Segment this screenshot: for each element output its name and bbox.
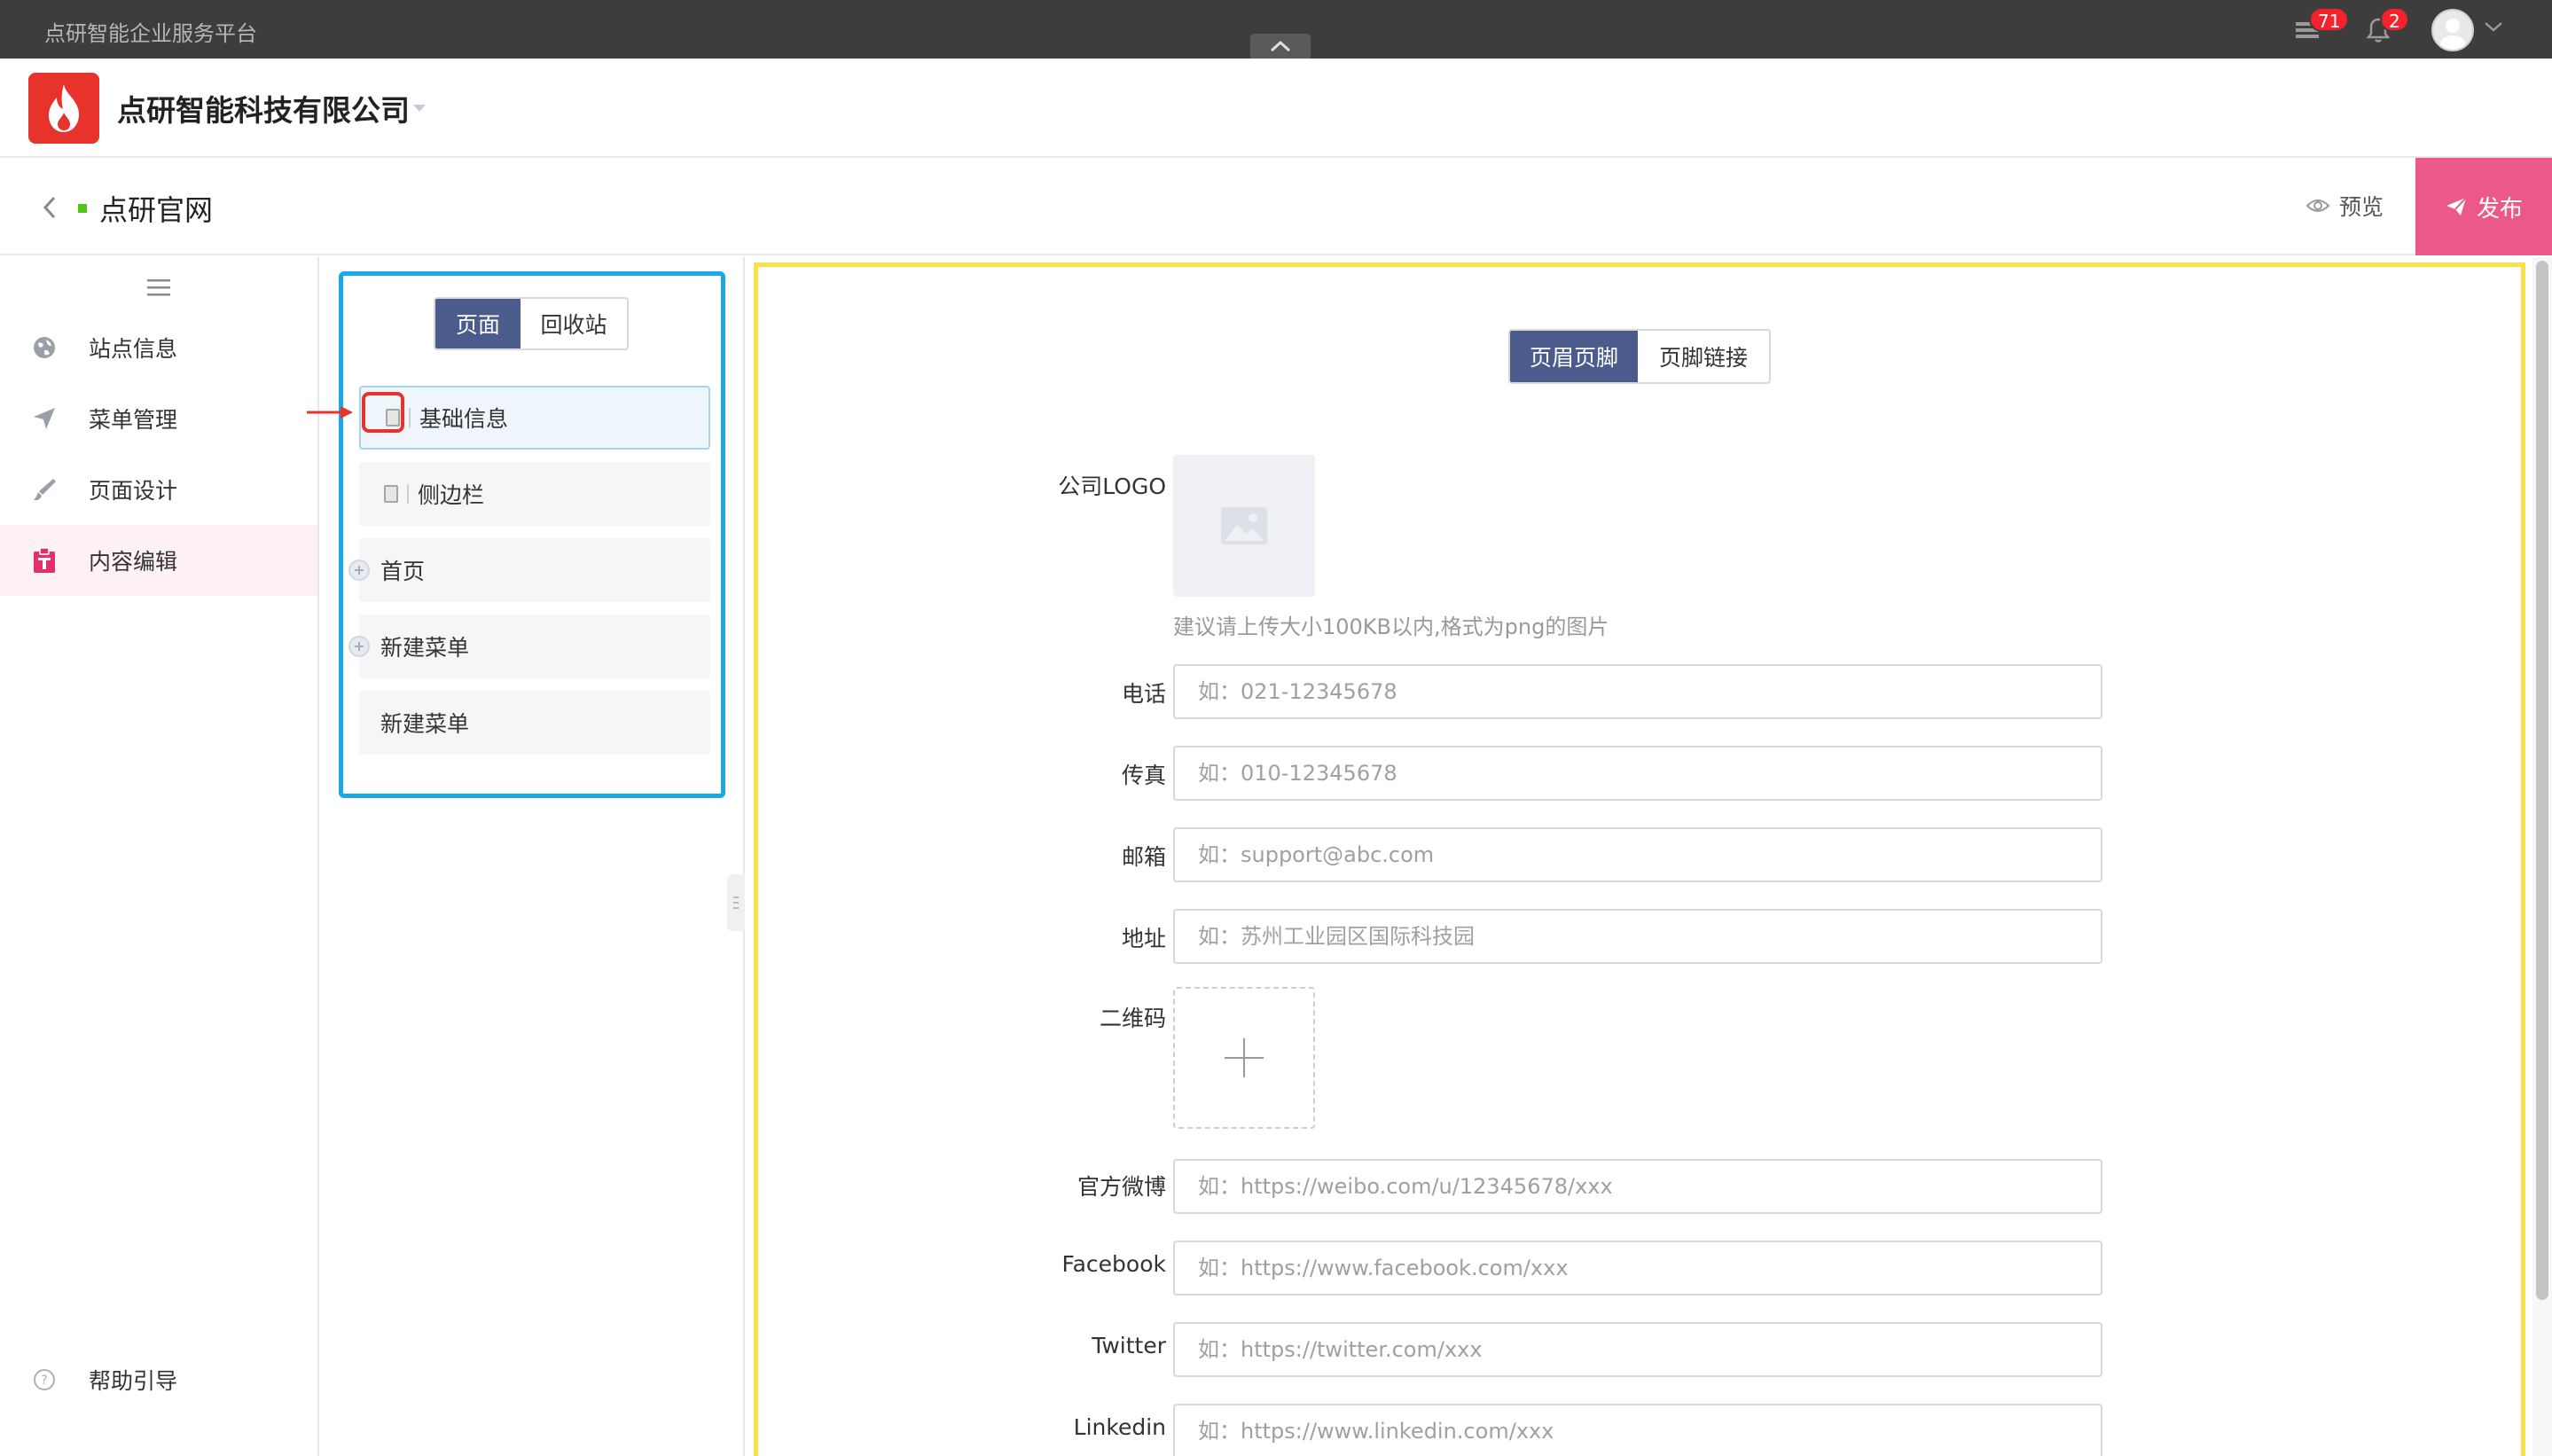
- qr-upload[interactable]: [1173, 987, 1315, 1129]
- facebook-input[interactable]: [1173, 1241, 2102, 1296]
- preview-label: 预览: [2339, 194, 2384, 220]
- paper-plane-icon: [2446, 197, 2467, 215]
- tree-item-label: 基础信息: [419, 406, 509, 432]
- fax-label: 传真: [1121, 763, 1166, 788]
- tree-item-label: 侧边栏: [418, 482, 485, 508]
- phone-label: 电话: [1121, 681, 1166, 707]
- sidebar-item-site-info[interactable]: 站点信息: [0, 312, 317, 383]
- address-input[interactable]: [1173, 909, 2102, 964]
- notifications-button[interactable]: 2: [2362, 7, 2409, 46]
- back-button[interactable]: [35, 190, 64, 225]
- user-icon: [2440, 19, 2465, 50]
- sidebar-item-label: 站点信息: [89, 336, 178, 362]
- company-name[interactable]: 点研智能科技有限公司: [117, 87, 410, 129]
- publish-button[interactable]: 发布: [2415, 158, 2552, 255]
- sidebar-item-menu-management[interactable]: 菜单管理: [0, 383, 317, 454]
- send-icon: [30, 404, 59, 433]
- sidebar-item-label: 页面设计: [89, 478, 178, 504]
- chevron-up-icon: [1270, 40, 1291, 52]
- logo-label: 公司LOGO: [1058, 474, 1166, 499]
- expand-icon[interactable]: [348, 560, 370, 581]
- tasks-badge: 71: [2309, 7, 2350, 32]
- image-placeholder-icon: [1221, 507, 1267, 544]
- sidebar-item-page-design[interactable]: 页面设计: [0, 454, 317, 525]
- tree-item-new-menu[interactable]: 新建菜单: [359, 691, 710, 755]
- content-form-panel: 页眉页脚 页脚链接 公司LOGO 建议请上传大小100KB以内,格式为png的图…: [754, 262, 2525, 1456]
- weibo-input[interactable]: [1173, 1159, 2102, 1214]
- clipboard-icon: [30, 546, 59, 575]
- page-tree-panel: 页面 回收站 基础信息 侧边栏 首页 新建菜单 新建菜单: [339, 271, 725, 798]
- sidebar: 站点信息 菜单管理 页面设计 内容编辑 ? 帮助引导: [0, 257, 319, 1456]
- expand-icon[interactable]: [348, 636, 370, 657]
- chevron-down-icon[interactable]: [2483, 20, 2504, 34]
- grip-icon: [733, 896, 739, 909]
- address-label: 地址: [1121, 926, 1166, 951]
- site-header: 点研官网 预览 发布: [0, 158, 2552, 255]
- main-scrollbar[interactable]: [2532, 257, 2552, 1456]
- caret-down-icon[interactable]: [411, 103, 427, 114]
- company-header: 点研智能科技有限公司: [0, 59, 2552, 158]
- brush-icon: [30, 475, 59, 504]
- user-avatar[interactable]: [2431, 9, 2474, 51]
- email-label: 邮箱: [1121, 844, 1166, 870]
- tab-header-footer[interactable]: 页眉页脚: [1510, 331, 1638, 382]
- preview-button[interactable]: 预览: [2305, 190, 2384, 222]
- form-tab-group: 页眉页脚 页脚链接: [1508, 329, 1771, 384]
- collapse-header-button[interactable]: [1250, 34, 1311, 59]
- panel-resize-handle[interactable]: [727, 874, 745, 931]
- email-input[interactable]: [1173, 827, 2102, 882]
- linkedin-label: Linkedin: [1073, 1414, 1166, 1440]
- top-system-bar: 点研智能企业服务平台 71 2: [0, 0, 2552, 59]
- notifications-badge: 2: [2380, 7, 2409, 32]
- help-circle-icon: ?: [30, 1366, 59, 1394]
- globe-icon: [30, 333, 59, 362]
- twitter-label: Twitter: [1092, 1333, 1166, 1358]
- annotation-arrow: [307, 406, 353, 419]
- flame-icon: [49, 84, 79, 132]
- fax-input[interactable]: [1173, 746, 2102, 801]
- tab-recycle-bin[interactable]: 回收站: [521, 299, 627, 348]
- sidebar-item-label: 菜单管理: [89, 407, 178, 433]
- svg-text:?: ?: [41, 1374, 47, 1388]
- eye-icon: [2305, 200, 2330, 212]
- tasks-button[interactable]: 71: [2291, 7, 2350, 46]
- tree-item-sidebar[interactable]: 侧边栏: [359, 462, 710, 526]
- tree-item-label: 新建菜单: [380, 711, 470, 737]
- sidebar-item-label: 内容编辑: [89, 549, 178, 575]
- page-icon: [384, 485, 398, 503]
- site-title: 点研官网: [99, 193, 214, 227]
- tab-pages[interactable]: 页面: [435, 299, 521, 348]
- sidebar-item-help[interactable]: ? 帮助引导: [0, 1353, 317, 1406]
- qr-label: 二维码: [1099, 1006, 1166, 1031]
- tree-item-home[interactable]: 首页: [348, 538, 710, 602]
- phone-input[interactable]: [1173, 664, 2102, 719]
- weibo-label: 官方微博: [1076, 1174, 1166, 1200]
- tree-tab-group: 页面 回收站: [434, 297, 629, 350]
- tree-item-new-menu[interactable]: 新建菜单: [348, 614, 710, 678]
- site-status-dot: [78, 204, 87, 213]
- twitter-input[interactable]: [1173, 1322, 2102, 1377]
- logo-hint: 建议请上传大小100KB以内,格式为png的图片: [1173, 614, 1609, 639]
- scrollbar-thumb[interactable]: [2536, 261, 2548, 1300]
- chevron-left-icon: [43, 196, 56, 219]
- sidebar-item-label: 帮助引导: [89, 1368, 178, 1394]
- platform-title: 点研智能企业服务平台: [44, 21, 257, 46]
- logo-upload[interactable]: [1173, 455, 1315, 597]
- facebook-label: Facebook: [1061, 1251, 1166, 1277]
- company-logo: [28, 73, 99, 144]
- tree-item-label: 新建菜单: [380, 635, 470, 661]
- tree-item-basic-info[interactable]: 基础信息: [359, 386, 710, 450]
- plus-icon: [1225, 1038, 1264, 1077]
- tab-footer-links[interactable]: 页脚链接: [1638, 331, 1769, 382]
- tree-item-label: 首页: [380, 559, 426, 584]
- publish-label: 发布: [2476, 195, 2523, 223]
- annotation-highlight-box: [362, 392, 404, 433]
- linkedin-input[interactable]: [1173, 1404, 2102, 1456]
- sidebar-item-content-editing[interactable]: 内容编辑: [0, 525, 317, 596]
- menu-toggle-icon[interactable]: [145, 277, 172, 298]
